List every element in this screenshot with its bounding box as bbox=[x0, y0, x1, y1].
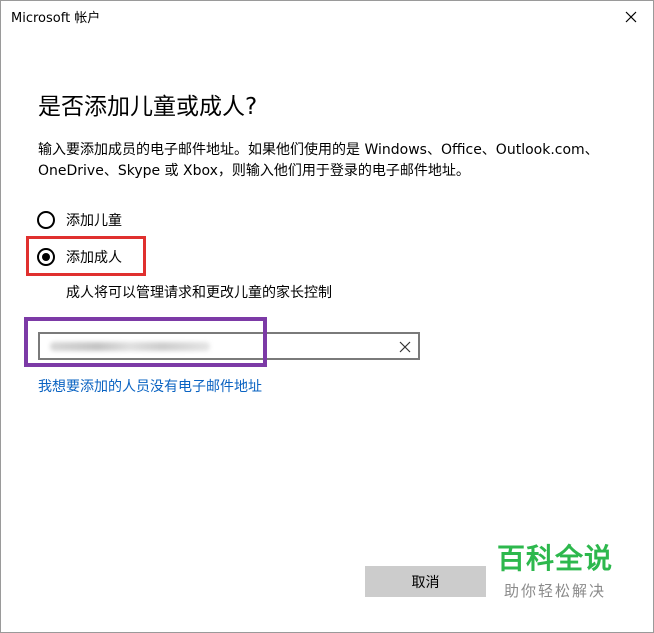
close-icon bbox=[399, 341, 411, 353]
window-title: Microsoft 帐户 bbox=[11, 11, 101, 26]
no-email-address-link[interactable]: 我想要添加的人员没有电子邮件地址 bbox=[38, 376, 262, 396]
close-button[interactable] bbox=[617, 3, 645, 31]
option-add-child-label: 添加儿童 bbox=[66, 213, 122, 229]
radio-add-child[interactable] bbox=[37, 211, 55, 229]
close-icon bbox=[625, 11, 637, 23]
watermark-subtitle: 助你轻松解决 bbox=[503, 582, 606, 600]
watermark-title: 百科全说 bbox=[496, 542, 613, 575]
highlight-annotation-red bbox=[26, 236, 146, 276]
microsoft-account-dialog: Microsoft 帐户 是否添加儿童或成人? 输入要添加成员的电子邮件地址。如… bbox=[0, 0, 654, 633]
page-title: 是否添加儿童或成人? bbox=[38, 94, 258, 120]
highlight-annotation-purple bbox=[24, 317, 267, 367]
watermark-logo: 百科全说 助你轻松解决 bbox=[485, 542, 625, 602]
cancel-button[interactable]: 取消 bbox=[365, 566, 486, 597]
description-text: 输入要添加成员的电子邮件地址。如果他们使用的是 Windows、Office、O… bbox=[38, 142, 599, 179]
clear-input-button[interactable] bbox=[398, 339, 412, 353]
adult-option-hint: 成人将可以管理请求和更改儿童的家长控制 bbox=[66, 285, 332, 301]
option-add-child[interactable]: 添加儿童 bbox=[37, 210, 122, 230]
